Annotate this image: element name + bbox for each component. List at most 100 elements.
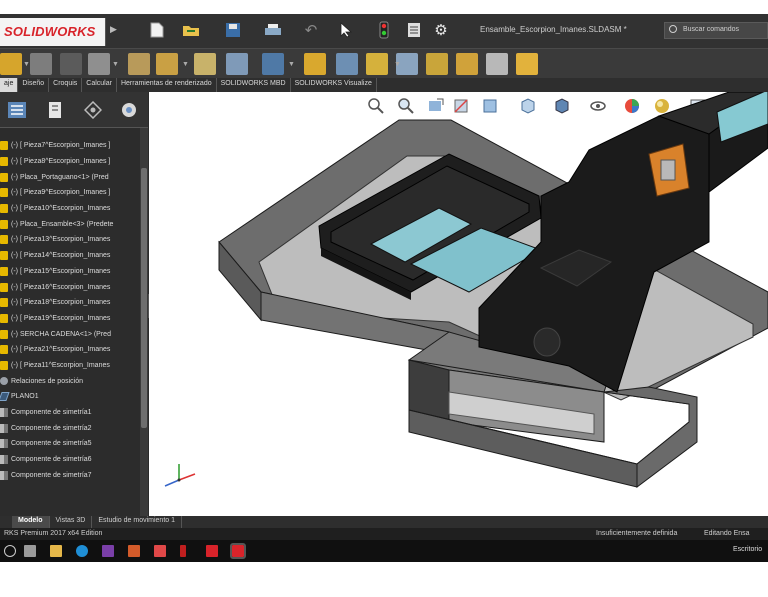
new-document-icon[interactable] (146, 19, 168, 41)
chevron-down-icon[interactable]: ▼ (23, 61, 30, 68)
feature-manager-tab-icon[interactable] (4, 98, 30, 122)
options-gear-icon[interactable]: ⚙ (430, 19, 452, 41)
file-explorer-icon[interactable] (50, 545, 62, 557)
save-icon[interactable] (222, 19, 244, 41)
part-icon (0, 235, 8, 245)
tree-item[interactable]: Componente de simetría6 (0, 452, 140, 468)
search-commands-input[interactable]: Buscar comandos (664, 22, 768, 39)
desktop-label[interactable]: Escritorio (733, 546, 762, 553)
solidworks-logo[interactable]: SOLIDWORKS (0, 18, 106, 46)
tab-herramientas-renderizado[interactable]: Herramientas de renderizado (117, 78, 217, 92)
large-assembly-icon[interactable] (456, 53, 478, 75)
new-motion-study-icon[interactable] (304, 53, 326, 75)
part-icon (0, 313, 8, 323)
tree-item[interactable]: (-) [ Pieza11^Escorpion_Imanes (0, 358, 140, 374)
search-icon[interactable] (4, 545, 16, 557)
display-manager-tab-icon[interactable] (116, 98, 142, 122)
tree-item[interactable]: (-) [ Pieza15^Escorpion_Imanes (0, 264, 140, 280)
mirror-icon (0, 470, 8, 480)
open-document-icon[interactable] (180, 19, 202, 41)
tree-scrollbar[interactable] (140, 128, 148, 518)
tree-item[interactable]: (-) [ Pieza16^Escorpion_Imanes (0, 279, 140, 295)
component-preview-icon[interactable] (60, 53, 82, 75)
tree-item[interactable]: Componente de simetría5 (0, 436, 140, 452)
powerpoint-icon[interactable] (128, 545, 140, 557)
graphics-area[interactable] (149, 92, 768, 518)
tree-item[interactable]: (-) [ Pieza10^Escorpion_Imanes (0, 201, 140, 217)
tree-item[interactable]: (-) SERCHA CADENA<1> (Pred (0, 326, 140, 342)
undo-icon[interactable]: ↶ (300, 19, 322, 41)
task-view-icon[interactable] (24, 545, 36, 557)
part-icon (0, 157, 8, 167)
tab-vistas-3d[interactable]: Vistas 3D (50, 516, 93, 528)
chevron-down-icon[interactable]: ▼ (182, 61, 189, 68)
acrobat-icon[interactable] (206, 545, 218, 557)
tab-ensamblaje[interactable]: aje (0, 78, 19, 92)
tab-solidworks-visualize[interactable]: SOLIDWORKS Visualize (291, 78, 377, 92)
solidworks-taskbar-icon[interactable] (230, 543, 246, 559)
tab-croquis[interactable]: Croquis (49, 78, 83, 92)
bill-of-materials-icon[interactable] (336, 53, 358, 75)
part-icon (0, 172, 8, 182)
tree-item[interactable]: Relaciones de posición (0, 373, 140, 389)
tree-item[interactable]: (-) [ Pieza14^Escorpion_Imanes (0, 248, 140, 264)
select-pointer-icon[interactable] (336, 19, 356, 41)
large-design-review-icon[interactable] (516, 53, 538, 75)
onenote-icon[interactable] (102, 545, 114, 557)
mirror-icon (0, 408, 8, 418)
snapshot-camera-icon[interactable] (486, 53, 508, 75)
tree-item[interactable]: Componente de simetría1 (0, 405, 140, 421)
part-icon (0, 141, 8, 151)
feature-tree: (-) [ Pieza7^Escorpion_Imanes ] (-) [ Pi… (0, 138, 140, 483)
file-properties-icon[interactable] (404, 19, 424, 41)
tree-item[interactable]: (-) [ Pieza7^Escorpion_Imanes ] (0, 138, 140, 154)
tree-item[interactable]: (-) Placa_Portaguano<1> (Pred (0, 169, 140, 185)
mate-icon[interactable] (30, 53, 52, 75)
move-component-icon[interactable] (156, 53, 178, 75)
tree-item[interactable]: Componente de simetría2 (0, 420, 140, 436)
tab-calcular[interactable]: Calcular (82, 78, 117, 92)
smart-fasteners-icon[interactable] (128, 53, 150, 75)
rebuild-icon[interactable] (376, 19, 392, 41)
insert-components-icon[interactable] (0, 53, 22, 75)
tab-modelo[interactable]: Modelo (12, 516, 50, 528)
tree-item[interactable]: (-) [ Pieza13^Escorpion_Imanes (0, 232, 140, 248)
linear-pattern-icon[interactable] (88, 53, 110, 75)
edge-browser-icon[interactable] (76, 545, 88, 557)
tree-item[interactable]: (-) Placa_Ensamble<3> (Predete (0, 216, 140, 232)
menu-expand-icon[interactable]: ▶ (110, 24, 117, 35)
chevron-down-icon[interactable]: ▼ (288, 61, 295, 68)
tree-item[interactable]: (-) [ Pieza18^Escorpion_Imanes (0, 295, 140, 311)
chevron-down-icon[interactable]: ▼ (112, 61, 119, 68)
configuration-manager-tab-icon[interactable] (80, 98, 106, 122)
mirror-icon (0, 439, 8, 449)
tab-estudio-movimiento[interactable]: Estudio de movimiento 1 (92, 516, 182, 528)
tab-solidworks-mbd[interactable]: SOLIDWORKS MBD (217, 78, 291, 92)
part-icon (0, 251, 8, 261)
tree-item[interactable]: PLANO1 (0, 389, 140, 405)
command-manager-toolbar: ▼ ▼ ▼ ▼ ▼ (0, 48, 768, 78)
part-icon (0, 266, 8, 276)
tab-diseno[interactable]: Diseño (18, 78, 50, 92)
chevron-down-icon[interactable]: ▼ (394, 61, 401, 68)
print-icon[interactable] (262, 19, 284, 41)
assembly-features-icon[interactable] (226, 53, 248, 75)
assembly-3d-model[interactable] (149, 92, 768, 518)
property-manager-tab-icon[interactable] (42, 98, 68, 122)
status-editing: Editando Ensa (704, 530, 750, 537)
app-icon[interactable] (180, 545, 186, 557)
reference-geometry-icon[interactable] (262, 53, 284, 75)
title-bar: SOLIDWORKS ▶ ↶ ⚙ Ensamble_Escorpion_Iman… (0, 14, 768, 48)
tree-scrollbar-thumb[interactable] (141, 168, 147, 428)
tree-item[interactable]: (-) [ Pieza8^Escorpion_Imanes ] (0, 154, 140, 170)
tree-item[interactable]: (-) [ Pieza21^Escorpion_Imanes (0, 342, 140, 358)
tree-item[interactable]: (-) [ Pieza19^Escorpion_Imanes (0, 311, 140, 327)
tree-item[interactable]: Componente de simetría7 (0, 467, 140, 483)
document-title: Ensamble_Escorpion_Imanes.SLDASM * (480, 25, 627, 34)
tree-item[interactable]: (-) [ Pieza9^Escorpion_Imanes ] (0, 185, 140, 201)
part-icon (0, 188, 8, 198)
app-icon[interactable] (154, 545, 166, 557)
update-holes-icon[interactable] (426, 53, 448, 75)
exploded-view-icon[interactable] (366, 53, 388, 75)
show-hidden-components-icon[interactable] (194, 53, 216, 75)
